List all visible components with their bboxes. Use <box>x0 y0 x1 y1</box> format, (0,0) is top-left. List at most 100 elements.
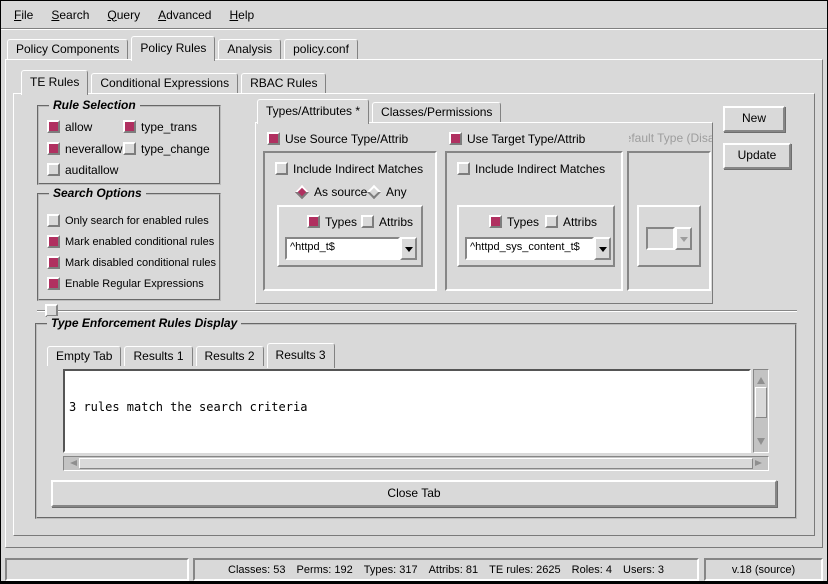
checkbox-target-indirect[interactable]: Include Indirect Matches <box>457 161 605 176</box>
target-types-indicator <box>489 215 502 228</box>
menu-query[interactable]: Query <box>98 4 149 26</box>
menu-file[interactable]: File <box>5 4 42 26</box>
checkbox-type-change[interactable]: type_change <box>123 141 210 156</box>
rule-selection-group: Rule Selection allow type_trans neverall… <box>37 105 221 185</box>
tab-results-1[interactable]: Results 1 <box>124 346 192 366</box>
checkbox-target-attribs[interactable]: Attribs <box>545 214 597 229</box>
radio-as-source[interactable]: As source <box>295 184 367 199</box>
rules-tabbar: TE Rules Conditional Expressions RBAC Ru… <box>21 69 329 95</box>
rule-selection-title: Rule Selection <box>49 98 140 112</box>
menu-help[interactable]: Help <box>220 4 263 26</box>
checkbox-only-enabled-rules[interactable]: Only search for enabled rules <box>47 213 209 228</box>
checkbox-use-target[interactable]: Use Target Type/Attrib <box>449 131 585 146</box>
checkbox-use-source[interactable]: Use Source Type/Attrib <box>267 131 408 146</box>
auditallow-label: auditallow <box>65 163 118 177</box>
results-text-area[interactable]: 3 rules match the search criteria (5822)… <box>63 369 751 453</box>
stat-types: Types: 317 <box>364 564 418 576</box>
source-panel: Include Indirect Matches As source Any T… <box>263 151 437 291</box>
tab-empty[interactable]: Empty Tab <box>47 346 121 366</box>
default-type-dropdown-icon <box>675 227 692 250</box>
target-type-entry[interactable]: ^httpd_sys_content_t$ <box>465 237 594 260</box>
checkbox-target-types[interactable]: Types <box>489 214 539 229</box>
menu-search[interactable]: Search <box>42 4 98 26</box>
checkbox-auditallow[interactable]: auditallow <box>47 162 118 177</box>
menu-advanced[interactable]: Advanced <box>149 4 220 26</box>
use-target-label: Use Target Type/Attrib <box>467 132 585 146</box>
source-type-entry[interactable]: ^httpd_t$ <box>285 237 400 260</box>
checkbox-source-indirect[interactable]: Include Indirect Matches <box>275 161 423 176</box>
results-summary: 3 rules match the search criteria <box>69 400 745 414</box>
source-type-dropdown-icon[interactable] <box>400 237 417 260</box>
horizontal-scroll-thumb[interactable] <box>79 458 753 469</box>
scroll-down-icon[interactable] <box>757 438 765 449</box>
allow-indicator <box>47 120 60 133</box>
vertical-scroll-thumb[interactable] <box>755 387 767 418</box>
checkbox-neverallow[interactable]: neverallow <box>47 141 122 156</box>
close-tab-button[interactable]: Close Tab <box>51 480 777 507</box>
vertical-scrollbar[interactable] <box>753 369 769 453</box>
tab-analysis[interactable]: Analysis <box>218 39 281 59</box>
type-trans-label: type_trans <box>141 120 197 134</box>
new-button[interactable]: New <box>723 106 785 132</box>
target-attribs-indicator <box>545 215 558 228</box>
source-attribs-indicator <box>361 215 374 228</box>
tab-conditional-expressions[interactable]: Conditional Expressions <box>91 73 238 93</box>
enable-regex-indicator <box>47 277 60 290</box>
radio-any[interactable]: Any <box>367 184 407 199</box>
mark-enabled-indicator <box>47 235 60 248</box>
target-type-dropdown-icon[interactable] <box>594 237 611 260</box>
checkbox-mark-disabled-conditional[interactable]: Mark disabled conditional rules <box>47 255 216 270</box>
default-type-entry <box>646 227 675 250</box>
stat-roles: Roles: 4 <box>572 564 612 576</box>
results-tabbar: Empty Tab Results 1 Results 2 Results 3 <box>47 342 338 368</box>
tab-policy-rules[interactable]: Policy Rules <box>131 36 215 61</box>
checkbox-enable-regex[interactable]: Enable Regular Expressions <box>47 276 204 291</box>
mark-enabled-label: Mark enabled conditional rules <box>65 236 214 248</box>
tab-policy-conf[interactable]: policy.conf <box>284 39 358 59</box>
tab-te-rules[interactable]: TE Rules <box>21 70 88 95</box>
default-type-panel <box>627 151 711 291</box>
horizontal-scrollbar[interactable] <box>63 456 769 471</box>
source-types-indicator <box>307 215 320 228</box>
only-enabled-indicator <box>47 214 60 227</box>
source-type-combobox: ^httpd_t$ <box>285 237 417 260</box>
criteria-tabbar: Types/Attributes * Classes/Permissions <box>257 98 504 124</box>
use-source-label: Use Source Type/Attrib <box>285 132 408 146</box>
source-types-label: Types <box>325 215 357 229</box>
tab-types-attributes[interactable]: Types/Attributes * <box>257 99 369 124</box>
tab-classes-permissions[interactable]: Classes/Permissions <box>372 102 501 122</box>
tab-rbac-rules[interactable]: RBAC Rules <box>241 73 326 93</box>
default-type-frame <box>637 205 701 267</box>
tab-results-2[interactable]: Results 2 <box>196 346 264 366</box>
checkbox-type-trans[interactable]: type_trans <box>123 119 197 134</box>
type-change-indicator <box>123 142 136 155</box>
scroll-right-icon[interactable] <box>755 460 765 466</box>
source-attribs-label: Attribs <box>379 215 413 229</box>
status-stats-box: Classes: 53 Perms: 192 Types: 317 Attrib… <box>193 558 699 581</box>
stat-classes: Classes: 53 <box>228 564 285 576</box>
scroll-left-icon[interactable] <box>67 460 77 466</box>
checkbox-source-attribs[interactable]: Attribs <box>361 214 413 229</box>
apol-window: File Search Query Advanced Help Policy C… <box>0 0 828 584</box>
pane-sash <box>37 310 797 312</box>
enable-regex-label: Enable Regular Expressions <box>65 278 204 290</box>
tab-results-3[interactable]: Results 3 <box>267 343 335 368</box>
checkbox-source-types[interactable]: Types <box>307 214 357 229</box>
mark-disabled-indicator <box>47 256 60 269</box>
scroll-up-icon[interactable] <box>757 373 765 384</box>
allow-label: allow <box>65 120 92 134</box>
checkbox-allow[interactable]: allow <box>47 119 92 134</box>
status-message-box <box>5 558 189 581</box>
source-indirect-label: Include Indirect Matches <box>293 162 423 176</box>
target-type-combobox: ^httpd_sys_content_t$ <box>465 237 611 260</box>
main-tabbar: Policy Components Policy Rules Analysis … <box>7 35 361 61</box>
stat-te-rules: TE rules: 2625 <box>489 564 561 576</box>
neverallow-indicator <box>47 142 60 155</box>
type-trans-indicator <box>123 120 136 133</box>
only-enabled-label: Only search for enabled rules <box>65 215 209 227</box>
search-options-group: Search Options Only search for enabled r… <box>37 193 221 301</box>
tab-policy-components[interactable]: Policy Components <box>7 39 128 59</box>
checkbox-mark-enabled-conditional[interactable]: Mark enabled conditional rules <box>47 234 214 249</box>
update-button[interactable]: Update <box>723 143 791 169</box>
stat-attribs: Attribs: 81 <box>429 564 479 576</box>
